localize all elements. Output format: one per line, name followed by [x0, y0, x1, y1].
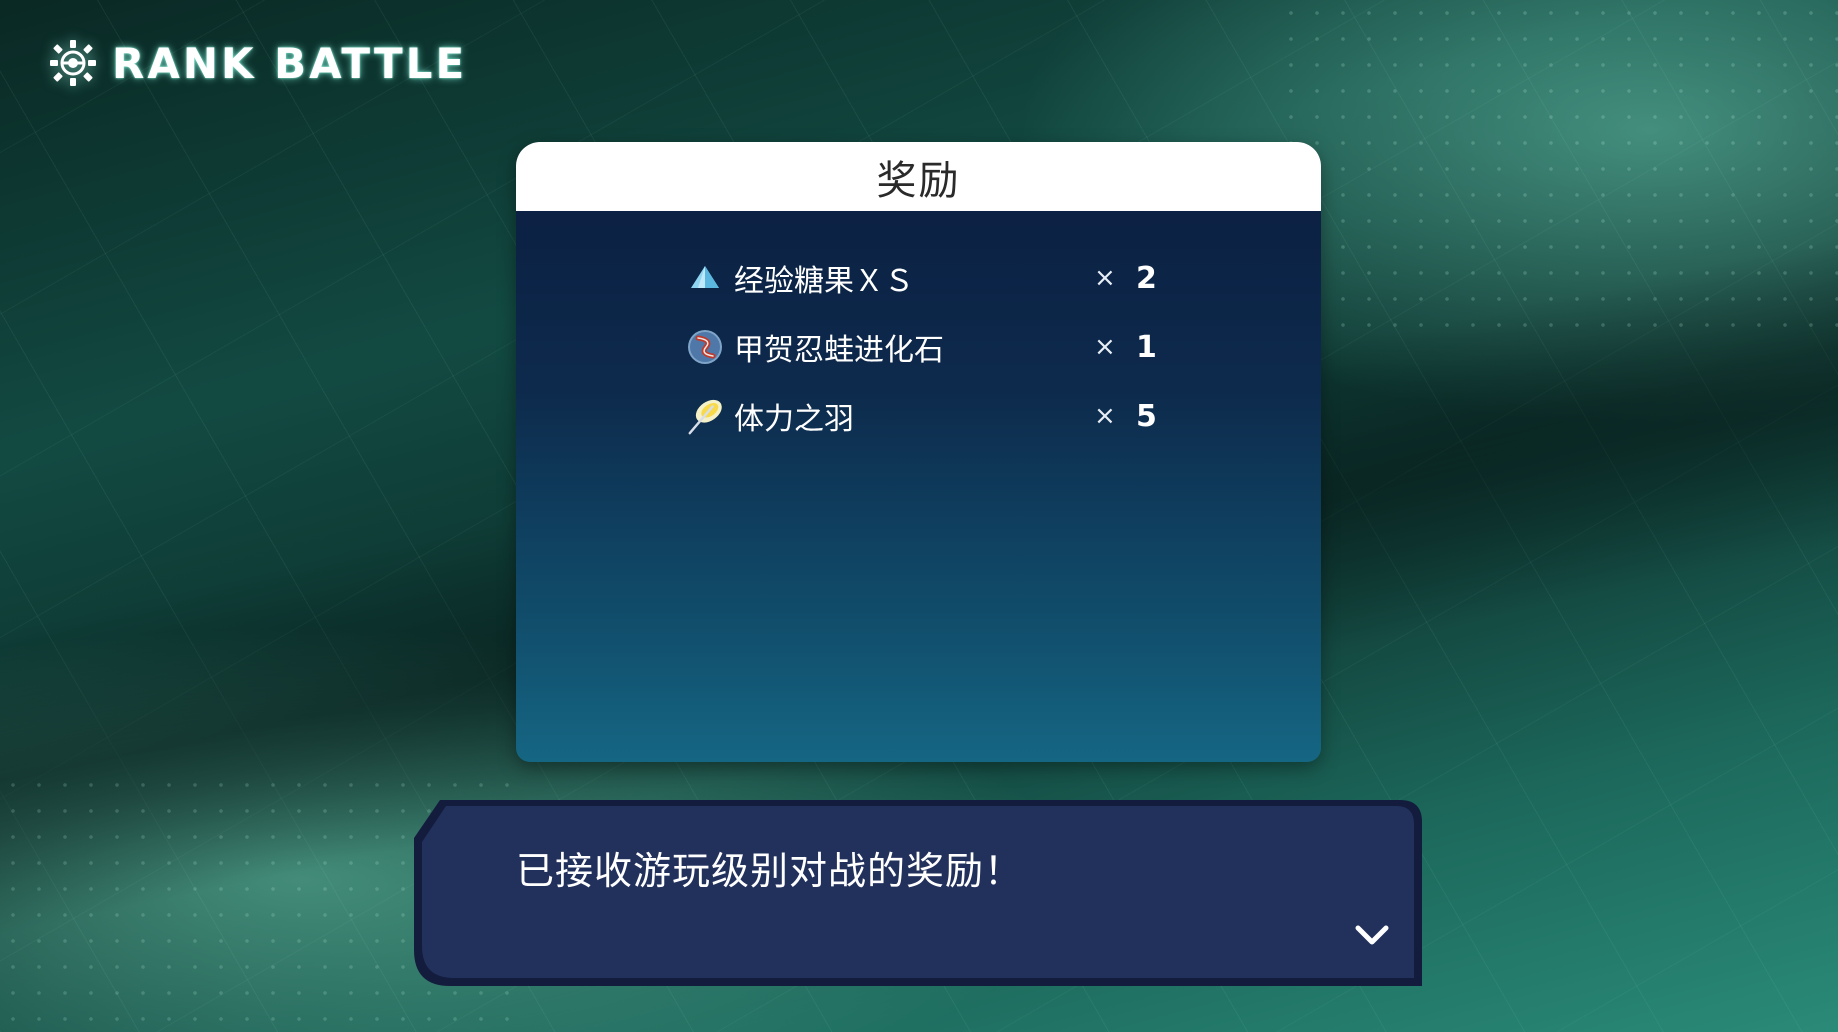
mode-title: RANK BATTLE	[48, 38, 467, 88]
reward-item: 经验糖果ＸＳ × 2	[684, 253, 1164, 303]
mode-title-text: RANK BATTLE	[112, 38, 468, 88]
reward-item-multiplier: ×	[1094, 332, 1116, 362]
rewards-panel: 奖励 经验糖果ＸＳ × 2 甲贺忍蛙进化石 × 1 体力之羽 × 5	[516, 142, 1321, 762]
reward-item-multiplier: ×	[1094, 263, 1116, 293]
feather-icon	[684, 395, 726, 437]
dialog-message: 已接收游玩级别对战的奖励！	[516, 849, 1024, 893]
reward-item-quantity: 2	[1136, 260, 1157, 296]
reward-item-name: 经验糖果ＸＳ	[734, 264, 914, 299]
reward-item: 甲贺忍蛙进化石 × 1	[684, 322, 1164, 372]
dialog-box[interactable]: 已接收游玩级别对战的奖励！	[410, 798, 1424, 988]
chevron-down-icon[interactable]	[1352, 920, 1392, 950]
reward-item-multiplier: ×	[1094, 401, 1116, 431]
reward-item-quantity: 5	[1136, 398, 1157, 434]
rewards-panel-header: 奖励	[516, 142, 1321, 211]
reward-item-quantity: 1	[1136, 329, 1157, 365]
rewards-panel-title: 奖励	[876, 157, 961, 204]
candy-crystal-icon	[684, 257, 726, 299]
gear-pokeball-emblem-icon	[50, 40, 96, 86]
reward-item: 体力之羽 × 5	[684, 391, 1164, 441]
reward-item-name: 甲贺忍蛙进化石	[734, 333, 944, 368]
background-dots-top-right	[1278, 0, 1838, 330]
mega-stone-icon	[684, 326, 726, 368]
reward-item-name: 体力之羽	[734, 402, 854, 437]
